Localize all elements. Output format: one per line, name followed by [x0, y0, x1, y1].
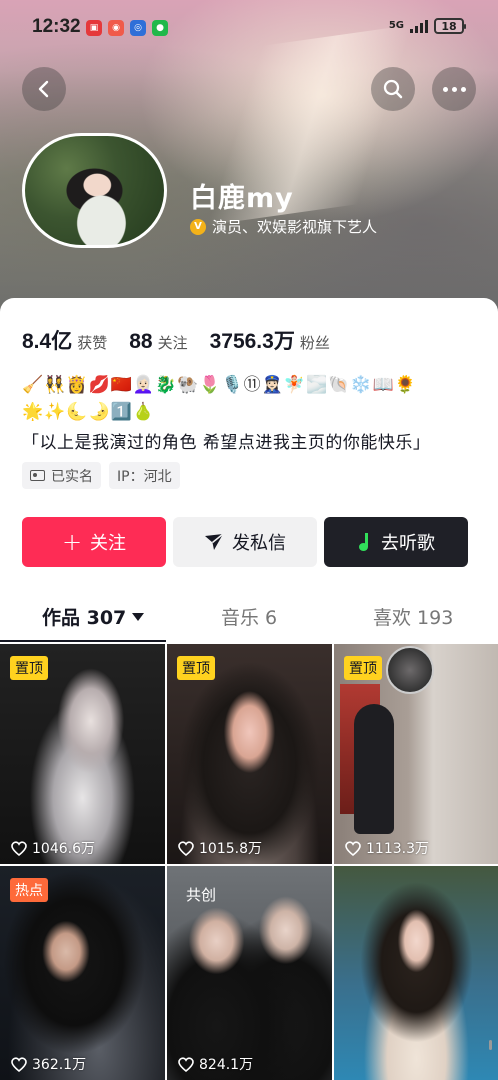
real-name-label: 已实名	[51, 468, 93, 485]
tab-music[interactable]: 音乐 6	[221, 603, 277, 630]
back-button[interactable]	[22, 67, 66, 111]
profile-stats: 8.4亿 获赞 88 关注 3756.3万 粉丝	[22, 325, 352, 355]
ip-tag: IP：河北	[109, 462, 180, 489]
network-type: 5G	[388, 20, 404, 31]
thumbnail-figure	[354, 704, 394, 834]
video-thumbnail[interactable]	[334, 866, 498, 1080]
video-thumbnail[interactable]: 置顶 1113.3万	[334, 644, 498, 864]
heart-icon	[178, 840, 194, 856]
verification-info[interactable]: V 演员、欢娱影视旗下艺人	[190, 216, 377, 237]
status-time: 12:32	[32, 16, 81, 37]
video-likes: 1113.3万	[345, 838, 429, 858]
profile-tags: 已实名 IP：河北	[22, 462, 180, 489]
verification-text: 演员、欢娱影视旗下艺人	[212, 218, 378, 236]
verified-badge-icon: V	[190, 218, 206, 235]
likes-count: 824.1万	[199, 1057, 254, 1073]
video-likes: 824.1万	[178, 1054, 253, 1074]
pinned-badge: 置顶	[10, 656, 48, 680]
stat-value: 3756.3万	[209, 330, 295, 353]
status-bar: 12:32 ▣ ◉ ◎ ● 5G 18	[0, 0, 498, 56]
video-thumbnail[interactable]: 热点 362.1万	[0, 866, 165, 1080]
thumbnail-mirror	[386, 646, 434, 694]
video-thumbnail[interactable]: 置顶 1046.6万	[0, 644, 165, 864]
emoji-line: 🧹👯‍♀️👸💋🇨🇳👩🏻‍🦳🐉🐏🌷🎙️⑪👮🏻‍♀️🧚🏻🌫️🐚❄️📖🌻	[22, 375, 417, 395]
bio-text: 「以上是我演过的角色 希望点进我主页的你能快乐」	[22, 433, 431, 453]
video-likes: 1046.6万	[11, 838, 95, 858]
app-notification-icon: ◎	[130, 20, 146, 36]
music-label: 去听歌	[381, 533, 435, 554]
avatar-image	[22, 133, 167, 248]
stat-following[interactable]: 88 关注	[129, 330, 187, 354]
video-grid: 置顶 1046.6万 置顶 1015.8万 置顶 1113.3万 热点 362.…	[0, 644, 498, 1080]
real-name-tag[interactable]: 已实名	[22, 462, 101, 489]
tab-works-label: 作品 307	[42, 607, 127, 629]
battery-icon: 18	[434, 18, 466, 34]
wechat-icon: ●	[152, 20, 168, 36]
co-creation-badge: 共创	[186, 886, 217, 904]
profile-name: 白鹿my	[190, 183, 294, 214]
listen-music-button[interactable]: 去听歌	[324, 517, 468, 567]
emoji-line: 🌟✨🌜🌛1️⃣🍐	[22, 402, 156, 422]
video-thumbnail[interactable]: 置顶 1015.8万	[167, 644, 332, 864]
heart-icon	[178, 1056, 194, 1072]
ip-label: IP：河北	[117, 468, 172, 485]
search-button[interactable]	[371, 67, 415, 111]
caret-down-icon	[132, 613, 145, 621]
profile-tabs: 作品 307 音乐 6 喜欢 193	[0, 597, 498, 642]
tab-music-label: 音乐 6	[221, 607, 278, 629]
likes-count: 1015.8万	[199, 841, 262, 857]
video-likes: 362.1万	[11, 1054, 86, 1074]
message-button[interactable]: 发私信	[173, 517, 317, 567]
likes-count: 362.1万	[32, 1057, 87, 1073]
tab-works[interactable]: 作品 307	[42, 603, 145, 630]
app-notification-icon: ◉	[108, 20, 124, 36]
heart-icon	[345, 840, 361, 856]
likes-count: 1046.6万	[32, 841, 95, 857]
follow-button[interactable]: + 关注	[22, 517, 166, 567]
video-likes: 1015.8万	[178, 838, 262, 858]
more-button[interactable]	[432, 67, 476, 111]
stat-label: 关注	[157, 334, 188, 352]
bio-emojis: 🧹👯‍♀️👸💋🇨🇳👩🏻‍🦳🐉🐏🌷🎙️⑪👮🏻‍♀️🧚🏻🌫️🐚❄️📖🌻 🌟✨🌜🌛1️…	[22, 372, 482, 426]
signal-icon	[410, 19, 428, 33]
follow-label: 关注	[90, 533, 127, 554]
app-notification-icon: ▣	[86, 20, 102, 36]
more-icon	[442, 86, 466, 92]
tab-likes-label: 喜欢 193	[373, 607, 454, 629]
heart-icon	[11, 1056, 27, 1072]
stat-label: 获赞	[77, 334, 108, 352]
notification-icons: ▣ ◉ ◎ ●	[86, 20, 168, 36]
stat-value: 8.4亿	[22, 330, 73, 353]
heart-icon	[11, 840, 27, 856]
pinned-badge: 置顶	[177, 656, 215, 680]
hot-badge: 热点	[10, 878, 48, 902]
likes-count: 1113.3万	[366, 841, 429, 857]
avatar[interactable]	[22, 133, 167, 248]
stat-label: 粉丝	[299, 334, 330, 352]
plus-icon: +	[61, 528, 83, 556]
search-icon	[383, 79, 403, 99]
status-indicators: 5G 18	[388, 18, 466, 34]
tab-likes[interactable]: 喜欢 193	[373, 603, 453, 630]
id-card-icon	[30, 470, 45, 481]
stat-value: 88	[129, 330, 153, 353]
stat-followers[interactable]: 3756.3万 粉丝	[210, 325, 330, 355]
video-thumbnail[interactable]: 共创 824.1万	[167, 866, 332, 1080]
stat-likes[interactable]: 8.4亿 获赞	[22, 325, 107, 355]
music-note-icon	[357, 533, 373, 551]
pinned-badge: 置顶	[344, 656, 382, 680]
scroll-indicator	[489, 1040, 492, 1050]
chevron-left-icon	[38, 80, 49, 98]
message-label: 发私信	[232, 533, 286, 554]
send-icon	[205, 533, 224, 550]
tab-indicator	[0, 640, 166, 642]
